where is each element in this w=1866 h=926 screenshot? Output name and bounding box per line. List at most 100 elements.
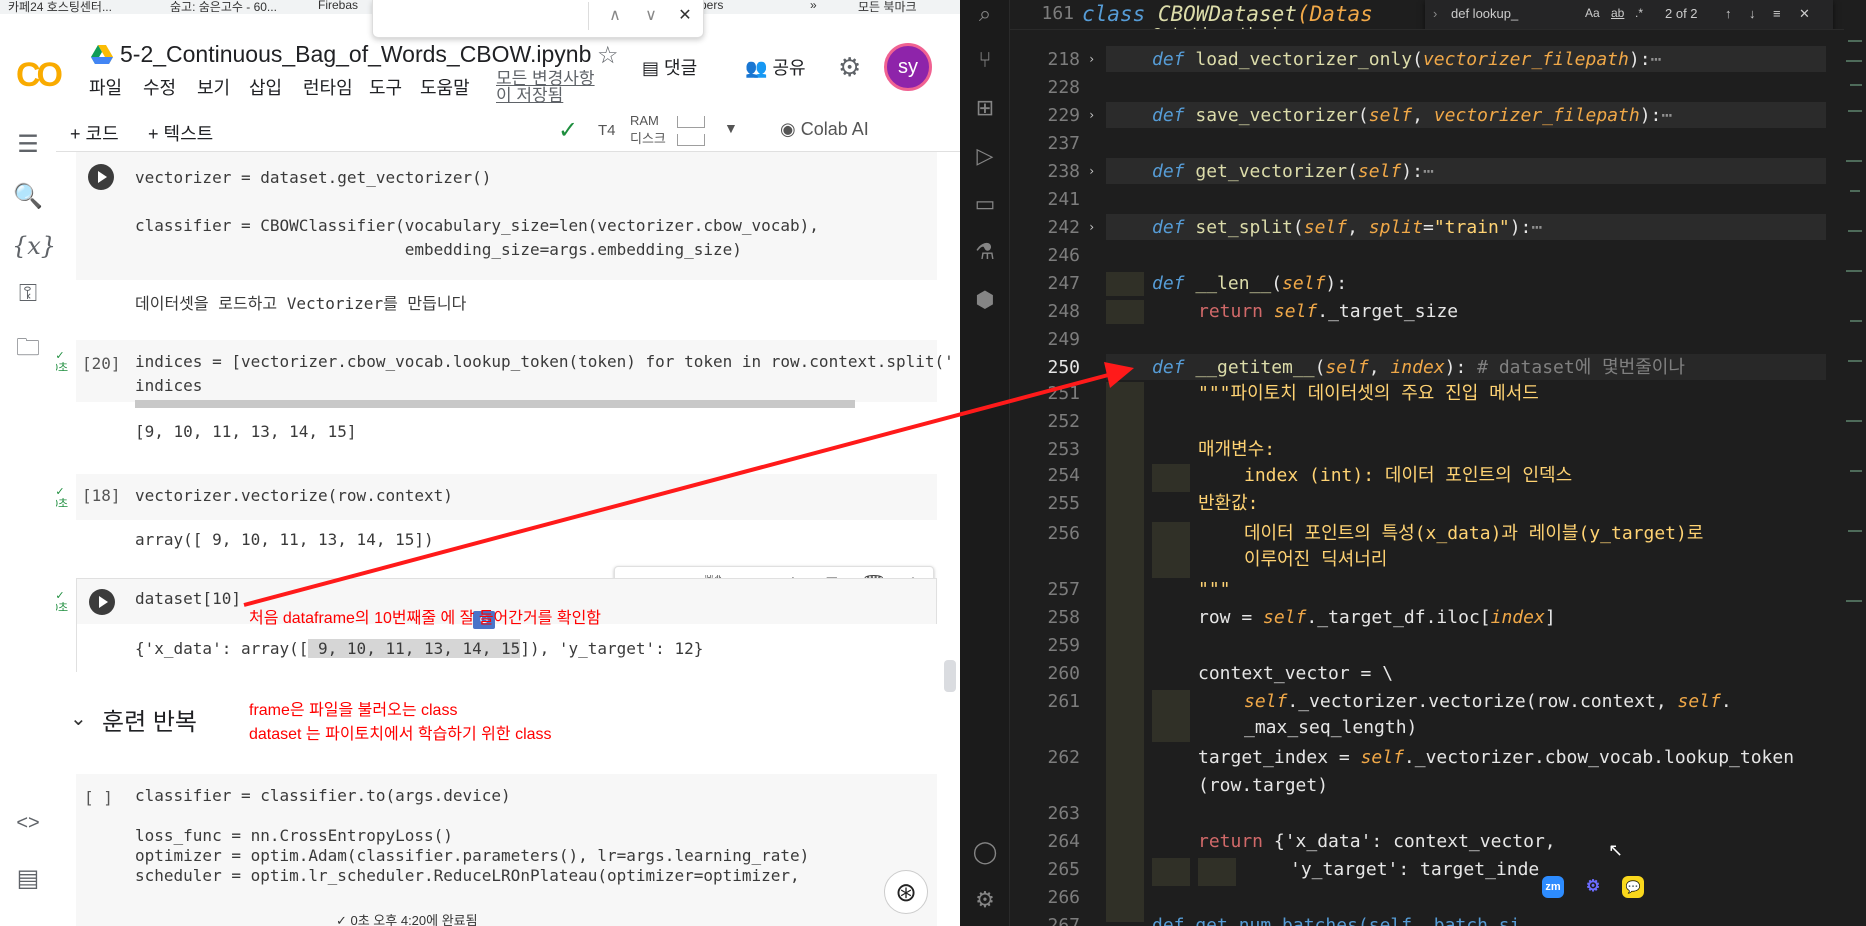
section-title[interactable]: 훈련 반복: [102, 702, 197, 737]
gear-icon[interactable]: ⚙: [972, 888, 998, 914]
minimap[interactable]: [1844, 0, 1866, 926]
close-icon[interactable]: ✕: [1799, 6, 1810, 22]
horizontal-scrollbar[interactable]: [135, 400, 855, 408]
code-cell[interactable]: [18] vectorizer.vectorize(row.context): [76, 474, 937, 520]
run-debug-icon[interactable]: ▷: [972, 144, 998, 170]
colab-logo[interactable]: CO: [16, 56, 63, 95]
code-line[interactable]: indices = [vectorizer.cbow_vocab.lookup_…: [135, 350, 960, 374]
add-code-button[interactable]: + 코드: [70, 120, 119, 146]
testing-icon[interactable]: ⚗: [972, 240, 998, 266]
saved-status[interactable]: 모든 변경사항이 저장됨: [496, 70, 606, 110]
avatar[interactable]: sy: [884, 43, 932, 91]
menu-edit[interactable]: 수정: [143, 74, 176, 100]
resource-labels[interactable]: RAM 디스크: [630, 112, 666, 148]
terminal-icon[interactable]: ▤: [12, 864, 44, 896]
key-icon[interactable]: ⚿: [12, 280, 44, 312]
comment-button[interactable]: ▤ 댓글: [642, 54, 697, 80]
fold-chevron-icon[interactable]: ›: [1088, 164, 1095, 178]
chevron-down-icon[interactable]: ▼: [724, 120, 738, 136]
code-line[interactable]: return self._target_size: [1198, 300, 1458, 324]
folder-icon[interactable]: 🗀: [12, 330, 44, 362]
sticky-scroll-header[interactable]: 161 class CBOWDataset(Datas @staticmetho…: [1010, 0, 1844, 30]
run-cell-button[interactable]: [89, 589, 115, 615]
code-editor[interactable]: vectorizer = dataset.get_vectorizer() cl…: [135, 166, 819, 262]
account-icon[interactable]: ◯: [972, 840, 998, 866]
docstring[interactable]: """: [1198, 578, 1231, 602]
whole-word-icon[interactable]: ab: [1611, 6, 1624, 20]
chatgpt-icon[interactable]: ⊛: [884, 870, 928, 914]
code-line[interactable]: def get_num_batches(self, batch_si: [1152, 914, 1520, 926]
scrollbar[interactable]: [944, 660, 956, 692]
code-editor[interactable]: classifier = classifier.to(args.device) …: [135, 786, 809, 886]
chevron-down-icon[interactable]: ⌄: [70, 706, 87, 731]
resource-meters[interactable]: [677, 116, 705, 152]
docstring[interactable]: 데이터 포인트의 특성(x_data)과 레이블(y_target)로: [1244, 522, 1703, 546]
docstring[interactable]: index (int): 데이터 포인트의 인덱스: [1244, 464, 1572, 488]
docstring[interactable]: """파이토치 데이터셋의 주요 진입 메서드: [1198, 382, 1539, 406]
fold-chevron-icon[interactable]: ›: [1088, 108, 1095, 122]
code-line[interactable]: target_index = self._vectorizer.cbow_voc…: [1198, 746, 1794, 770]
code-snippets-icon[interactable]: <>: [12, 812, 44, 844]
match-case-icon[interactable]: Aa: [1585, 6, 1600, 20]
bookmark-all[interactable]: 모든 북마크: [858, 0, 917, 14]
code-cell[interactable]: [ ] classifier = classifier.to(args.devi…: [76, 774, 937, 926]
code-line[interactable]: def __len__(self):: [1152, 272, 1347, 296]
gear-icon[interactable]: ⚙: [1582, 876, 1604, 898]
search-icon[interactable]: ⌕: [972, 2, 998, 28]
python-icon[interactable]: ⬢: [972, 288, 998, 314]
runtime-type[interactable]: T4: [598, 122, 616, 139]
star-icon[interactable]: ☆: [597, 41, 619, 70]
source-control-icon[interactable]: ⑂: [972, 48, 998, 74]
menu-view[interactable]: 보기: [197, 74, 230, 100]
fold-chevron-icon[interactable]: ›: [1088, 52, 1095, 66]
chevron-right-icon[interactable]: ›: [1433, 6, 1437, 21]
bookmark-item[interactable]: Firebas: [318, 0, 358, 12]
code-line[interactable]: def set_split(self, split="train"):⋯: [1152, 216, 1542, 240]
google-drive-icon[interactable]: [91, 45, 113, 65]
menu-runtime[interactable]: 런타임: [303, 74, 353, 100]
docstring[interactable]: 매개변수:: [1198, 438, 1275, 462]
chat-icon[interactable]: 💬: [1622, 876, 1644, 898]
find-input[interactable]: def lookup_: [1451, 6, 1518, 21]
gear-icon[interactable]: ⚙: [838, 52, 861, 83]
fold-chevron-icon[interactable]: ›: [1088, 220, 1095, 234]
run-cell-button[interactable]: [88, 164, 114, 190]
code-line[interactable]: vectorizer.vectorize(row.context): [135, 484, 453, 508]
search-icon[interactable]: 🔍: [12, 182, 44, 214]
regex-icon[interactable]: .*: [1635, 6, 1643, 20]
code-line[interactable]: self._vectorizer.vectorize(row.context, …: [1244, 690, 1732, 714]
bookmark-item[interactable]: 카페24 호스팅센터...: [8, 0, 112, 14]
docstring[interactable]: 반환값:: [1198, 492, 1259, 516]
menu-tools[interactable]: 도구: [369, 74, 402, 100]
add-text-button[interactable]: + 텍스트: [148, 120, 213, 146]
code-line[interactable]: _max_seq_length): [1244, 716, 1417, 740]
colab-ai-button[interactable]: ◉ Colab AI: [780, 119, 932, 147]
bookmark-item[interactable]: 숨고: 숨은고수 - 60...: [170, 0, 277, 14]
code-line[interactable]: indices: [135, 374, 202, 398]
menu-help[interactable]: 도움말: [420, 74, 470, 100]
text-cell[interactable]: 데이터셋을 로드하고 Vectorizer를 만듭니다: [135, 290, 466, 314]
extensions-icon[interactable]: ⊞: [972, 96, 998, 122]
code-line[interactable]: row = self._target_df.iloc[index]: [1198, 606, 1556, 630]
code-editor[interactable]: 218 228 229 237 238 241 242 246 247 248 …: [1010, 0, 1844, 926]
code-line[interactable]: def get_vectorizer(self):⋯: [1152, 160, 1434, 184]
code-line[interactable]: def save_vectorizer(self, vectorizer_fil…: [1152, 104, 1672, 128]
find-in-selection-icon[interactable]: ≡: [1773, 6, 1781, 21]
previous-match-icon[interactable]: ↑: [1725, 6, 1732, 21]
variables-icon[interactable]: {x}: [12, 232, 56, 264]
remote-explorer-icon[interactable]: ▭: [972, 192, 998, 218]
code-line[interactable]: context_vector = \: [1198, 662, 1393, 686]
menu-insert[interactable]: 삽입: [249, 74, 282, 100]
code-line[interactable]: 'y_target': target_inde: [1290, 858, 1539, 882]
next-match-icon[interactable]: ↓: [1749, 6, 1756, 21]
more-bookmarks-icon[interactable]: »: [810, 0, 817, 12]
code-line[interactable]: return {'x_data': context_vector,: [1198, 830, 1556, 854]
code-cell[interactable]: [20] indices = [vectorizer.cbow_vocab.lo…: [76, 340, 954, 408]
notebook-title[interactable]: 5-2_Continuous_Bag_of_Words_CBOW.ipynb: [120, 41, 591, 68]
table-of-contents-icon[interactable]: ☰: [12, 130, 44, 162]
docstring[interactable]: 이루어진 딕셔너리: [1244, 548, 1387, 572]
share-button[interactable]: 👥 공유: [745, 54, 806, 80]
code-line[interactable]: def __getitem__(self, index): # dataset에…: [1152, 356, 1685, 380]
code-cell[interactable]: vectorizer = dataset.get_vectorizer() cl…: [76, 152, 937, 280]
zoom-icon[interactable]: zm: [1542, 876, 1564, 898]
